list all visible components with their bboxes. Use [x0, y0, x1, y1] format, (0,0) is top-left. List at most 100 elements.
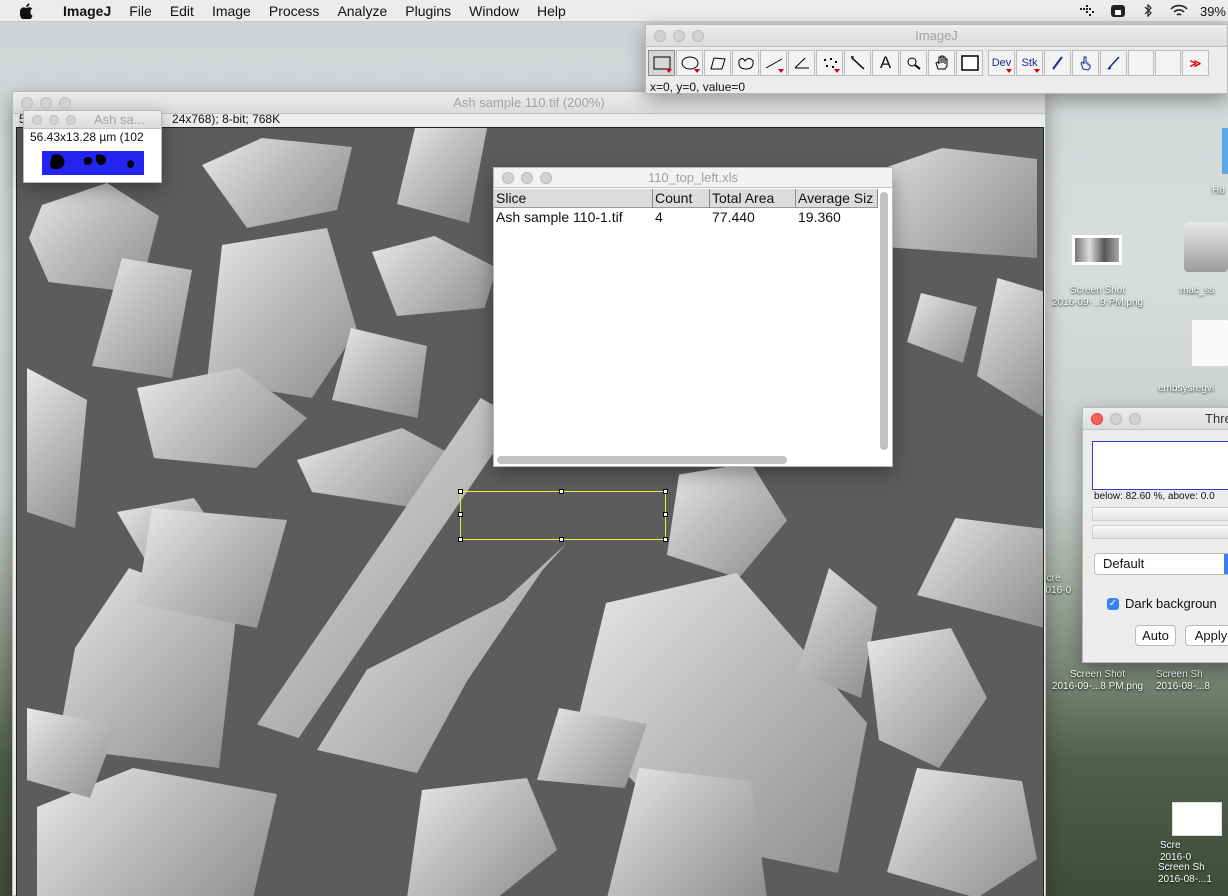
menu-app-name[interactable]: ImageJ — [54, 3, 120, 19]
close-button[interactable] — [21, 96, 33, 109]
dark-background-checkbox[interactable]: ✓ Dark backgroun — [1107, 596, 1217, 611]
zoom-button[interactable] — [59, 96, 71, 109]
desktop-screenshot-thumbnail[interactable] — [1172, 802, 1222, 836]
roi-handle[interactable] — [458, 489, 463, 494]
checkbox-icon[interactable]: ✓ — [1107, 597, 1119, 610]
desktop-icon-label[interactable]: Screen Shot 2016-09-...9 PM.png — [1040, 285, 1155, 309]
menu-file[interactable]: File — [120, 3, 161, 19]
toolbar-titlebar[interactable]: ImageJ — [646, 25, 1227, 47]
threshold-method-select[interactable]: Default — [1094, 553, 1228, 575]
desktop-screenshot-thumbnail[interactable] — [1071, 234, 1123, 266]
point-tool-icon[interactable] — [816, 50, 843, 76]
close-button[interactable] — [1091, 412, 1103, 425]
menu-plugins[interactable]: Plugins — [396, 3, 460, 19]
zoom-button[interactable] — [540, 171, 552, 184]
brush-tool-icon[interactable] — [1044, 50, 1071, 76]
close-button[interactable] — [32, 114, 42, 125]
folder-icon[interactable] — [1222, 128, 1228, 174]
desktop-icon-label[interactable]: Screen Sh 2016-08-...1 — [1158, 862, 1228, 886]
battery-percent[interactable]: 39% — [1200, 4, 1226, 19]
roi-rectangle[interactable] — [458, 489, 668, 542]
grid-dots-icon[interactable] — [1079, 4, 1096, 18]
threshold-stats: below: 82.60 %, above: 0.0 — [1094, 491, 1215, 502]
desktop-icon-name: embsysregvi — [1158, 383, 1215, 394]
desktop-icon-name: Screen Sh — [1158, 862, 1205, 873]
table-cell: Ash sample 110-1.tif — [496, 209, 623, 225]
minimize-button[interactable] — [521, 171, 533, 184]
horizontal-scrollbar[interactable] — [497, 456, 787, 464]
wand-tool-icon[interactable] — [844, 50, 871, 76]
roi-handle[interactable] — [559, 489, 564, 494]
stk-tool-button[interactable]: Stk — [1016, 50, 1043, 76]
rectangle-tool-icon[interactable] — [648, 50, 675, 76]
zoom-button[interactable] — [692, 29, 704, 42]
vertical-scrollbar[interactable] — [880, 192, 888, 450]
pointer-hand-tool-icon[interactable] — [1072, 50, 1099, 76]
threshold-min-slider[interactable] — [1092, 507, 1228, 521]
toolbar-title: ImageJ — [915, 28, 958, 43]
roi-handle[interactable] — [559, 537, 564, 542]
magnifier-tool-icon[interactable] — [900, 50, 927, 76]
minimize-button[interactable] — [673, 29, 685, 42]
hand-tool-icon[interactable] — [928, 50, 955, 76]
document-icon[interactable] — [1192, 320, 1228, 366]
desktop-icon-label[interactable]: mac_ss — [1180, 285, 1228, 297]
text-tool-icon[interactable]: A — [872, 50, 899, 76]
desktop-icon-label[interactable]: Screen Sh 2016-08-...8 — [1156, 669, 1228, 693]
apply-button[interactable]: Apply — [1185, 625, 1228, 646]
minimize-button[interactable] — [49, 114, 59, 125]
zoom-button[interactable] — [1129, 412, 1141, 425]
color-picker-tool-icon[interactable] — [956, 50, 983, 76]
column-header[interactable]: Average Siz — [796, 189, 878, 208]
more-tools-icon[interactable]: ≫ — [1182, 50, 1209, 76]
menu-edit[interactable]: Edit — [161, 3, 203, 19]
vpn-icon[interactable] — [1110, 4, 1126, 18]
mask-window-titlebar[interactable]: Ash sa... — [24, 111, 161, 129]
threshold-max-slider[interactable] — [1092, 525, 1228, 539]
oval-tool-icon[interactable] — [676, 50, 703, 76]
menu-image[interactable]: Image — [203, 3, 260, 19]
dev-tool-button[interactable]: Dev — [988, 50, 1015, 76]
line-tool-icon[interactable] — [760, 50, 787, 76]
desktop-icon-label[interactable]: Scre 2016-0 — [1160, 840, 1228, 864]
menu-help[interactable]: Help — [528, 3, 575, 19]
desktop-icon-label[interactable]: Ho — [1212, 185, 1228, 197]
bluetooth-icon[interactable] — [1140, 3, 1156, 18]
blank-tool-slot[interactable] — [1128, 50, 1154, 76]
auto-button[interactable]: Auto — [1135, 625, 1176, 646]
minimize-button[interactable] — [1110, 412, 1122, 425]
angle-tool-icon[interactable] — [788, 50, 815, 76]
threshold-titlebar[interactable]: Thre — [1083, 408, 1228, 430]
column-header[interactable]: Slice — [494, 189, 653, 208]
menu-analyze[interactable]: Analyze — [328, 3, 396, 19]
zoom-button[interactable] — [66, 114, 76, 125]
roi-handle[interactable] — [663, 512, 668, 517]
mask-window-title: Ash sa... — [94, 112, 145, 127]
desktop-icon-label[interactable]: embsysregvi — [1158, 383, 1228, 395]
menu-process[interactable]: Process — [260, 3, 329, 19]
desktop-icon-label[interactable]: Scre 2016-0 — [1040, 573, 1080, 597]
freehand-tool-icon[interactable] — [732, 50, 759, 76]
roi-handle[interactable] — [458, 512, 463, 517]
menu-window[interactable]: Window — [460, 3, 528, 19]
close-button[interactable] — [654, 29, 666, 42]
wifi-icon[interactable] — [1170, 4, 1188, 18]
results-table-titlebar[interactable]: 110_top_left.xls — [494, 168, 892, 188]
desktop-icon-label[interactable]: Screen Shot 2016-09-...8 PM.png — [1040, 669, 1155, 693]
pencil-tool-icon[interactable] — [1100, 50, 1127, 76]
column-header[interactable]: Total Area — [710, 189, 796, 208]
roi-handle[interactable] — [458, 537, 463, 542]
apple-menu-icon[interactable] — [18, 2, 36, 20]
desktop-icon-name: Screen Shot — [1069, 285, 1126, 296]
minimize-button[interactable] — [40, 96, 52, 109]
table-row[interactable]: Ash sample 110-1.tif 4 77.440 19.360 — [494, 208, 878, 227]
dev-tool-label: Dev — [991, 57, 1012, 69]
close-button[interactable] — [502, 171, 514, 184]
hard-drive-icon[interactable] — [1184, 222, 1228, 272]
polygon-tool-icon[interactable] — [704, 50, 731, 76]
roi-handle[interactable] — [663, 489, 668, 494]
roi-handle[interactable] — [663, 537, 668, 542]
blank-tool-slot[interactable] — [1155, 50, 1181, 76]
mask-image[interactable] — [42, 151, 144, 175]
column-header[interactable]: Count — [653, 189, 710, 208]
